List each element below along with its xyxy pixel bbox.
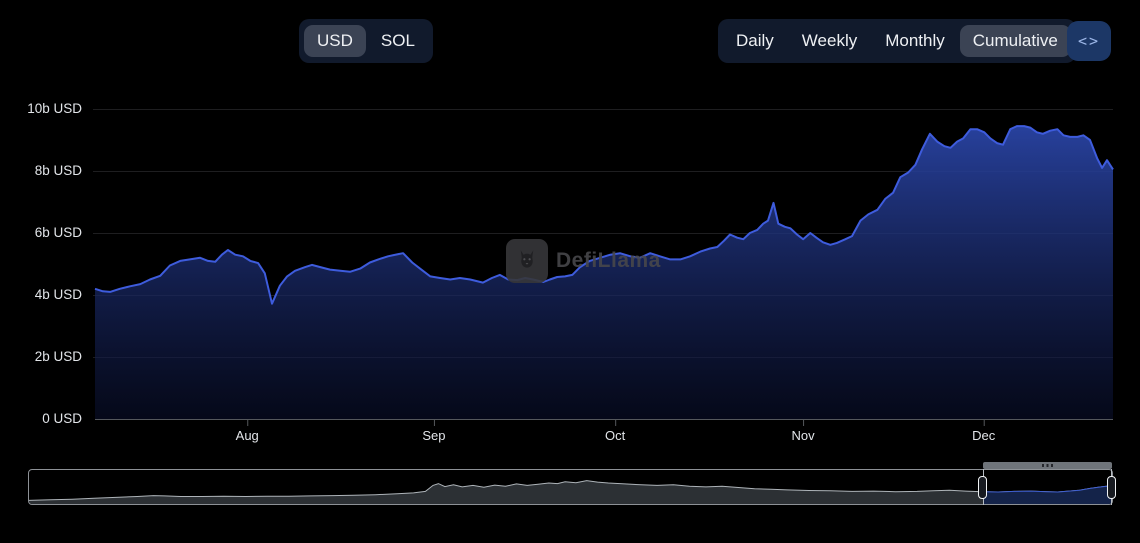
defillama-chart-page: USD SOL Daily Weekly Monthly Cumulative … — [0, 0, 1140, 543]
selection-left-handle[interactable] — [978, 476, 988, 499]
main-area-chart[interactable] — [0, 0, 1140, 543]
navigator-mini-chart[interactable] — [29, 470, 1112, 504]
area-fill — [95, 126, 1113, 419]
selection-drag-bar[interactable] — [983, 462, 1112, 469]
y-axis-tick-label: 6b USD — [34, 225, 82, 240]
x-axis-tick-label: Oct — [605, 428, 626, 443]
nav-area-fill — [29, 480, 1112, 504]
x-axis-tick-label: Nov — [791, 428, 815, 443]
grip-dots-icon — [1042, 464, 1054, 467]
y-axis-tick-label: 10b USD — [27, 101, 82, 116]
selection-right-handle[interactable] — [1107, 476, 1116, 499]
x-axis-tick-label: Sep — [422, 428, 446, 443]
y-axis-tick-label: 2b USD — [34, 349, 82, 364]
y-axis-tick-label: 4b USD — [34, 287, 82, 302]
x-axis-tick-label: Dec — [972, 428, 996, 443]
timeline-navigator[interactable] — [28, 469, 1113, 505]
y-axis-tick-label: 8b USD — [34, 163, 82, 178]
y-axis-tick-label: 0 USD — [42, 411, 82, 426]
x-axis-tick-label: Aug — [235, 428, 259, 443]
